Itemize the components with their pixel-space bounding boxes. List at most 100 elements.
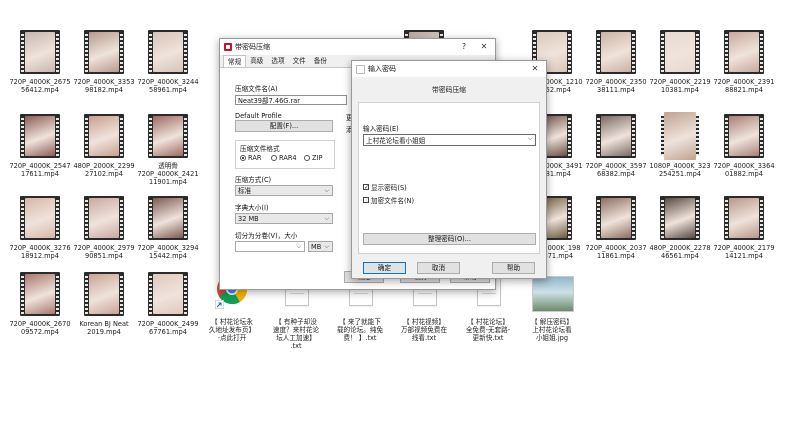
- radio-label: RAR4: [279, 154, 297, 162]
- dict-label: 字典大小(I): [235, 204, 269, 212]
- close-icon[interactable]: ✕: [475, 39, 493, 55]
- file-name-line: 720P_4000K_2670: [9, 320, 71, 328]
- video-file[interactable]: 720P_4000K_2979 90851.mp4: [72, 194, 136, 260]
- video-file[interactable]: 720P_4000K_2391 88821.mp4: [712, 28, 776, 94]
- profile-button[interactable]: 配置(F)...: [235, 120, 333, 132]
- show-password-checkbox[interactable]: ✓ 显示密码(S): [363, 182, 407, 192]
- video-thumbnail-icon: [80, 194, 128, 242]
- help-icon[interactable]: ?: [455, 39, 473, 55]
- file-name-line: 17611.mp4: [21, 170, 59, 178]
- file-name-line: 09572.mp4: [21, 328, 59, 336]
- tab-files[interactable]: 文件: [289, 55, 310, 67]
- video-file[interactable]: 透明骨 720P_4000K_2421 11901.mp4: [136, 112, 200, 186]
- video-file[interactable]: 720P_4000K_2350 38111.mp4: [584, 28, 648, 94]
- file-name-line: 90851.mp4: [85, 252, 123, 260]
- tab-advanced[interactable]: 高级: [246, 55, 267, 67]
- file-name: 720P_4000K_2547 17611.mp4: [8, 162, 72, 178]
- video-file[interactable]: 720P_4000K_3353 98182.mp4: [72, 28, 136, 94]
- file-name-line: -点此打开: [217, 334, 247, 342]
- archive-name-input[interactable]: Neat39部7.46G.rar: [235, 95, 347, 105]
- format-rar4-radio[interactable]: RAR4: [271, 154, 297, 162]
- video-file[interactable]: 720P_4000K_3276 18912.mp4: [8, 194, 72, 260]
- file-name-line: 68382.mp4: [597, 170, 635, 178]
- file-name: 720P_4000K_2037 11861.mp4: [584, 244, 648, 260]
- file-name-line: 720P_4000K_2350: [585, 78, 647, 86]
- radio-dot: [304, 155, 310, 161]
- password-cancel-button[interactable]: 取消: [417, 262, 460, 274]
- video-file[interactable]: 720P_4000K_267556412.mp4: [8, 28, 72, 94]
- video-thumbnail-icon: [592, 28, 640, 76]
- password-titlebar[interactable]: 输入密码 ✕: [352, 61, 546, 77]
- video-file[interactable]: 720P_4000K_2219 10381.mp4: [648, 28, 712, 94]
- file-name-line: 720P_4000K_3353: [73, 78, 135, 86]
- chevron-down-icon[interactable]: ⌵: [528, 135, 533, 143]
- file-name-line: 88821.mp4: [725, 86, 763, 94]
- password-ok-button[interactable]: 确定: [363, 262, 406, 274]
- radio-label: RAR: [248, 154, 262, 162]
- video-file[interactable]: 720P_4000K_2037 11861.mp4: [584, 194, 648, 260]
- file-name: 720P_4000K_3597 68382.mp4: [584, 162, 648, 178]
- method-select[interactable]: 标准 ⌵: [235, 185, 333, 196]
- video-file[interactable]: 720P_4000K_2670 09572.mp4: [8, 270, 72, 336]
- radio-label: ZIP: [312, 154, 323, 162]
- video-thumbnail-icon: [16, 270, 64, 318]
- video-file[interactable]: 720P_4000K_3294 15442.mp4: [136, 194, 200, 260]
- winrar-icon: [224, 43, 232, 51]
- video-file[interactable]: 720P_4000K_2547 17611.mp4: [8, 112, 72, 178]
- format-rar-radio[interactable]: RAR: [240, 154, 261, 162]
- video-file[interactable]: 480P_2000K_2278 46561.mp4: [648, 194, 712, 260]
- file-name-line: 56412.mp4: [21, 86, 59, 94]
- file-name-line: 【 有种子却没: [275, 318, 317, 326]
- video-file[interactable]: 720P_4000K_2499 67761.mp4: [136, 270, 200, 336]
- encrypt-names-checkbox[interactable]: 加密文件名(N): [363, 195, 414, 205]
- tab-options[interactable]: 选项: [267, 55, 288, 67]
- password-help-button[interactable]: 帮助: [492, 262, 535, 274]
- chevron-down-icon: ⌵: [324, 187, 329, 194]
- file-name-line: 小姐姐.jpg: [535, 334, 569, 342]
- close-icon[interactable]: ✕: [526, 61, 544, 77]
- file-name: 480P_2000K_2299 27102.mp4: [72, 162, 136, 178]
- file-name: 【 村花论坛永 久地址发布页】 -点此打开: [200, 318, 264, 342]
- file-name-line: 上村花论坛看: [532, 326, 572, 334]
- video-file[interactable]: 1080P_4000K_323 254251.mp4: [648, 112, 712, 178]
- file-name-line: 46561.mp4: [661, 252, 699, 260]
- video-thumbnail-icon: [720, 194, 768, 242]
- video-thumbnail-icon: [720, 28, 768, 76]
- file-name-line: 万部视频免费在: [400, 326, 448, 334]
- chevron-down-icon: ⌵: [296, 243, 301, 250]
- file-name-line: 全免费-无套路-: [465, 326, 511, 334]
- file-name-line: 720P_4000K_2219: [649, 78, 711, 86]
- file-name-line: 38111.mp4: [597, 86, 635, 94]
- video-file[interactable]: 480P_2000K_2299 27102.mp4: [72, 112, 136, 178]
- enter-password-label: 输入密码(E): [363, 125, 399, 133]
- file-name: 720P_4000K_2670 09572.mp4: [8, 320, 72, 336]
- file-name-line: 480P_2000K_2278: [649, 244, 711, 252]
- video-file[interactable]: 720P_4000K_2179 14121.mp4: [712, 194, 776, 260]
- video-thumbnail-icon: [592, 194, 640, 242]
- split-size-input[interactable]: ⌵: [235, 241, 305, 252]
- format-zip-radio[interactable]: ZIP: [304, 154, 322, 162]
- video-file[interactable]: 720P_4000K_3364 01882.mp4: [712, 112, 776, 178]
- tab-general[interactable]: 常规: [223, 55, 247, 67]
- video-file[interactable]: 720P_4000K_3244 58961.mp4: [136, 28, 200, 94]
- file-name: 720P_4000K_2979 90851.mp4: [72, 244, 136, 260]
- dict-select[interactable]: 32 MB ⌵: [235, 213, 333, 224]
- image-file[interactable]: 【 解压密码】 上村花论坛看 小姐姐.jpg: [520, 270, 584, 342]
- file-name-line: 480P_2000K_2299: [73, 162, 135, 170]
- profile-label: Default Profile: [235, 112, 282, 120]
- method-value: 标准: [238, 187, 252, 195]
- file-name-line: 720P_4000K_3597: [585, 162, 647, 170]
- organize-passwords-button[interactable]: 整理密码(O)...: [363, 233, 536, 245]
- password-input[interactable]: 上村花论坛看小姐姐: [363, 134, 536, 146]
- archive-name-label: 压缩文件名(A): [235, 85, 278, 93]
- file-name-line: 720P_4000K_3276: [9, 244, 71, 252]
- file-name-line: 久地址发布页】: [208, 326, 256, 334]
- tab-backup[interactable]: 备份: [310, 55, 331, 67]
- file-name: 【 村花视频】 万部视频免费在 线看.txt: [392, 318, 456, 342]
- video-file[interactable]: 720P_4000K_3597 68382.mp4: [584, 112, 648, 178]
- split-unit-select[interactable]: MB ⌵: [308, 241, 333, 252]
- video-file[interactable]: Korean BJ Neat 2019.mp4: [72, 270, 136, 336]
- video-thumbnail-icon: [592, 112, 640, 160]
- file-name: 720P_4000K_3244 58961.mp4: [136, 78, 200, 94]
- archive-titlebar[interactable]: 带密码压缩 ? ✕: [220, 39, 495, 55]
